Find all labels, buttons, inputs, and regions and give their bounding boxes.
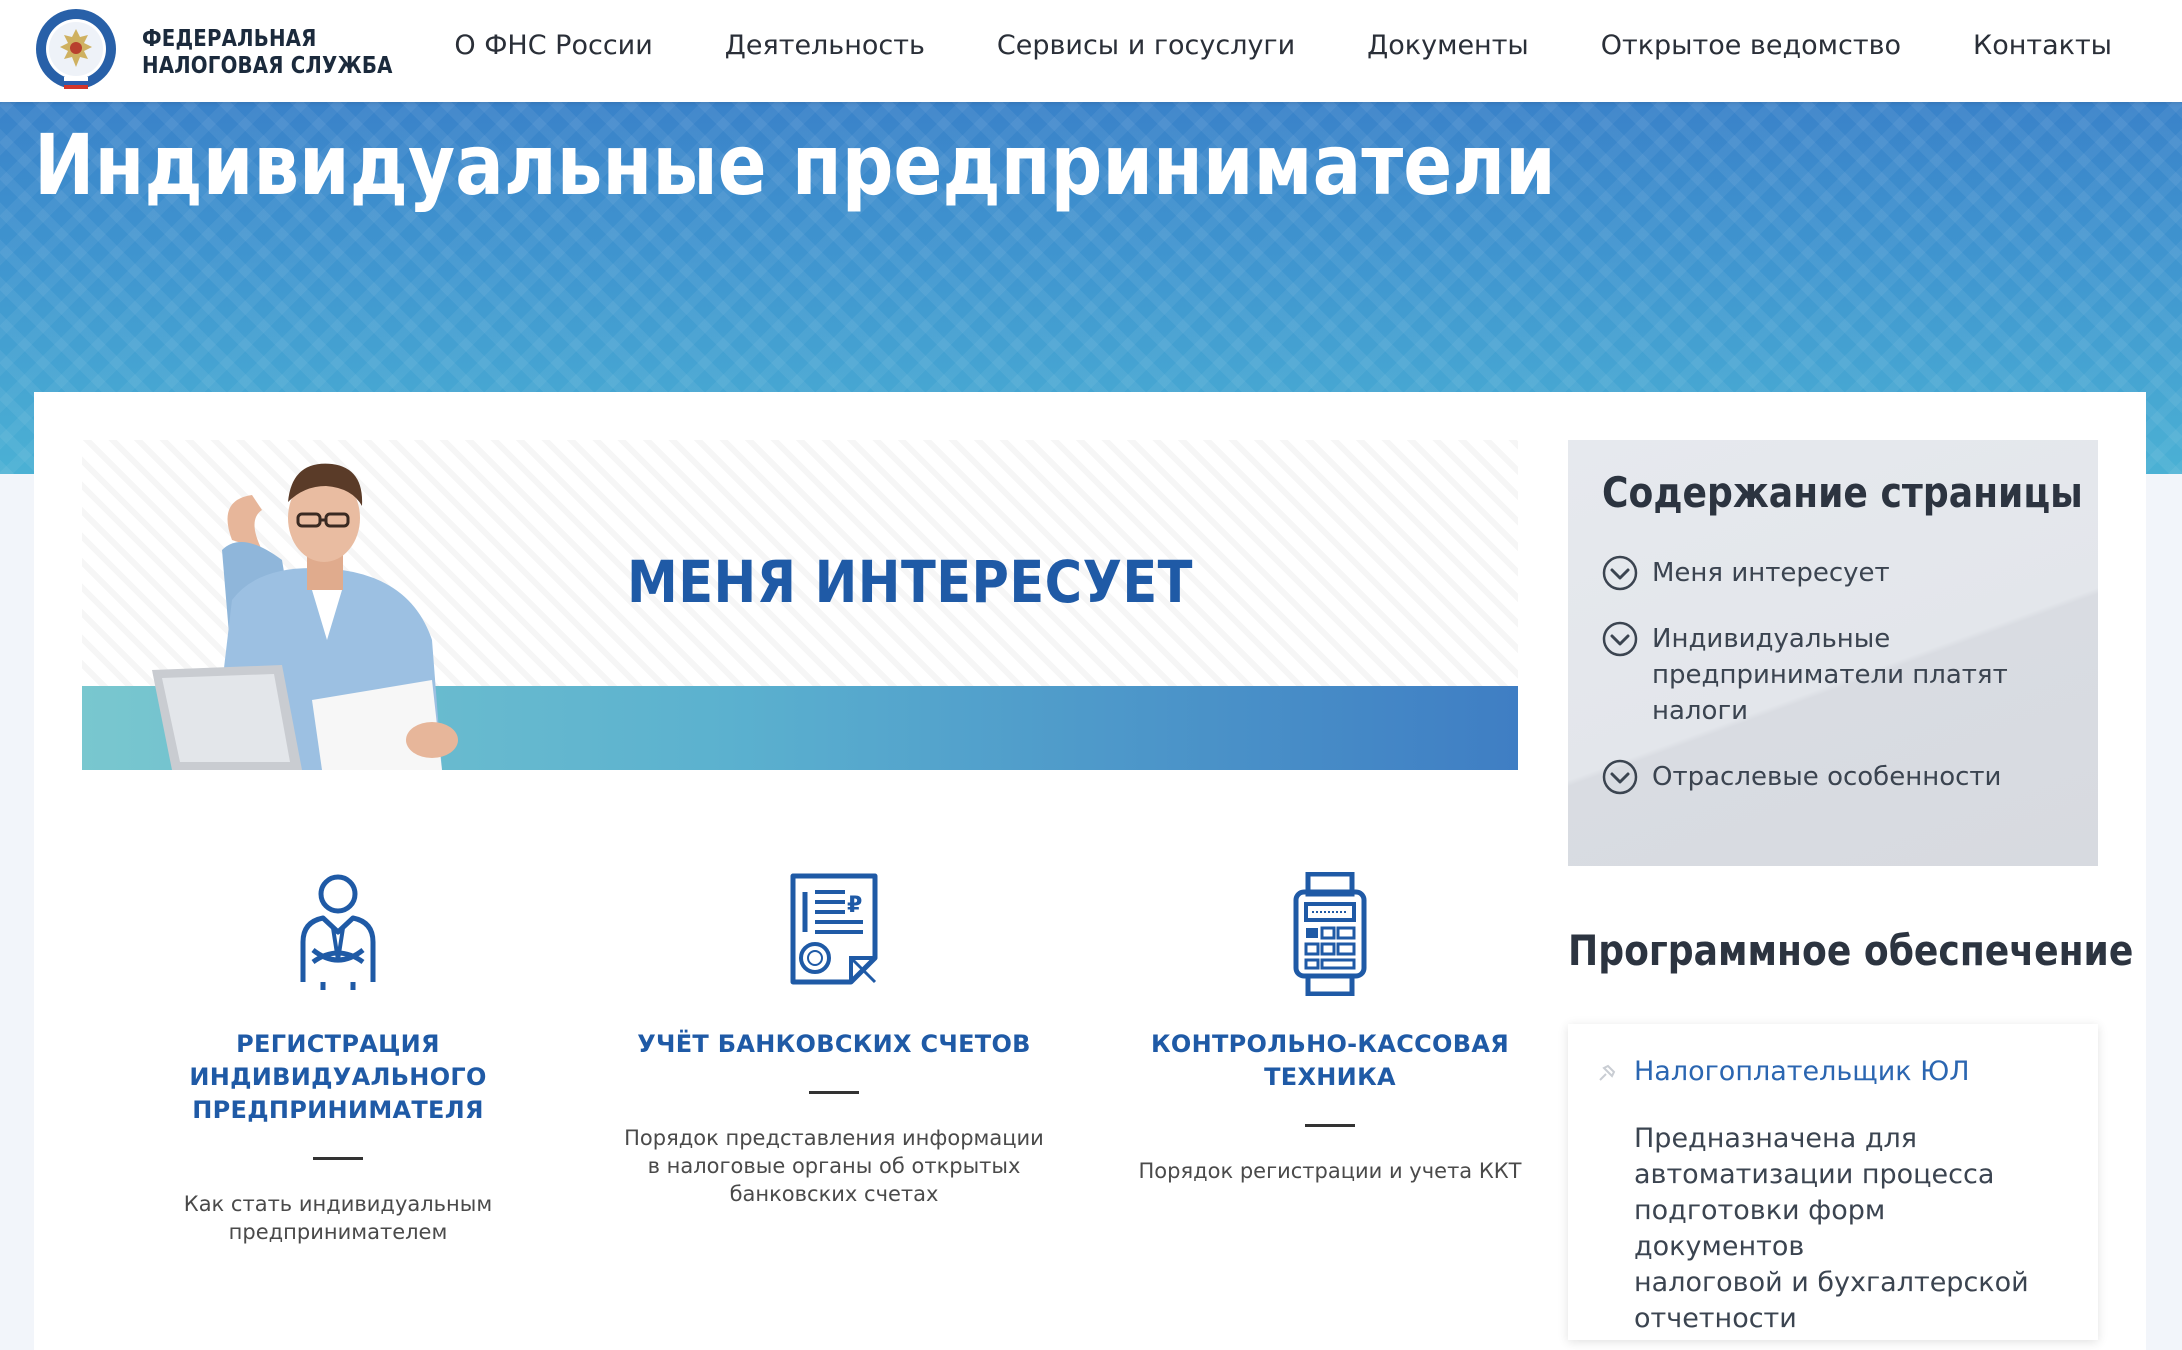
feature-title-line: КОНТРОЛЬНО-КАССОВАЯ [1150, 1030, 1509, 1058]
feature-description: Как стать индивидуальным предпринимателе… [118, 1190, 558, 1246]
businessman-icon [300, 874, 376, 990]
feature-cash-register[interactable]: КОНТРОЛЬНО-КАССОВАЯ ТЕХНИКА Порядок реги… [1110, 872, 1550, 1185]
chevron-down-circle-icon [1602, 759, 1638, 795]
toc-item-interest[interactable]: Меня интересует [1602, 555, 2064, 591]
toc-label-line: предприниматели платят [1652, 660, 2008, 690]
software-link[interactable]: Налогоплательщик ЮЛ [1634, 1056, 1970, 1087]
feature-title-line: РЕГИСТРАЦИЯ [236, 1030, 440, 1058]
page-title: Индивидуальные предприниматели [34, 116, 1556, 214]
nav-item-services[interactable]: Сервисы и госуслуги [997, 30, 1295, 61]
nav-item-contacts[interactable]: Контакты [1973, 30, 2112, 61]
brand-line-1: ФЕДЕРАЛЬНАЯ [142, 26, 317, 52]
software-desc-line: отчетности [1634, 1303, 1797, 1334]
feature-title-line: ИНДИВИДУАЛЬНОГО [189, 1063, 487, 1091]
man-with-laptop-illustration [152, 463, 458, 770]
interest-banner[interactable]: МЕНЯ ИНТЕРЕСУЕТ [82, 440, 1518, 770]
main-nav: О ФНС России Деятельность Сервисы и госу… [454, 30, 2112, 61]
software-section-title: Программное обеспечение [1568, 926, 2134, 975]
feature-divider [313, 1157, 363, 1160]
feature-title-line: ТЕХНИКА [1264, 1063, 1396, 1091]
software-card: Налогоплательщик ЮЛ Предназначена для ав… [1568, 1024, 2098, 1340]
page-contents: Содержание страницы Меня интересует Инди… [1568, 440, 2098, 866]
toc-title: Содержание страницы [1602, 468, 2083, 517]
software-desc-line: налоговой и бухгалтерской [1634, 1267, 2029, 1298]
site-header: ФЕДЕРАЛЬНАЯ НАЛОГОВАЯ СЛУЖБА О ФНС Росси… [0, 0, 2182, 102]
software-desc-line: Предназначена для [1634, 1123, 1917, 1154]
feature-desc-line: в налоговые органы об открытых [647, 1154, 1021, 1178]
feature-desc-line: Порядок регистрации и учета ККТ [1138, 1159, 1522, 1183]
chevron-down-circle-icon [1602, 555, 1638, 591]
feature-title[interactable]: УЧЁТ БАНКОВСКИХ СЧЕТОВ [614, 1028, 1054, 1061]
banner-title: МЕНЯ ИНТЕРЕСУЕТ [627, 548, 1193, 616]
svg-text:₽: ₽ [847, 893, 862, 918]
toc-item-label: Меня интересует [1652, 558, 1890, 588]
feature-description: Порядок регистрации и учета ККТ [1110, 1157, 1550, 1185]
ruble-document-icon: ₽ [790, 873, 878, 985]
content-card: МЕНЯ ИНТЕРЕСУЕТ РЕГИСТРАЦИЯ ИНДИВИДУАЛЬН… [34, 392, 2146, 1350]
feature-title-line: УЧЁТ БАНКОВСКИХ СЧЕТОВ [637, 1030, 1031, 1058]
chevron-down-circle-icon [1602, 621, 1638, 657]
toc-list: Меня интересует Индивидуальные предприни… [1602, 555, 2064, 795]
toc-label-line: Индивидуальные [1652, 624, 1891, 654]
feature-desc-line: Порядок представления информации [624, 1126, 1044, 1150]
feature-title[interactable]: КОНТРОЛЬНО-КАССОВАЯ ТЕХНИКА [1110, 1028, 1550, 1094]
feature-divider [809, 1091, 859, 1094]
toc-item-label: Отраслевые особенности [1652, 762, 2002, 792]
fns-emblem-icon[interactable] [34, 7, 118, 91]
feature-desc-line: банковских счетах [729, 1182, 939, 1206]
software-desc-line: подготовки форм документов [1634, 1195, 1886, 1262]
software-description: Предназначена для автоматизации процесса… [1634, 1121, 2062, 1337]
brand-name[interactable]: ФЕДЕРАЛЬНАЯ НАЛОГОВАЯ СЛУЖБА [142, 26, 393, 80]
feature-desc-line: предпринимателем [228, 1220, 448, 1244]
nav-item-about[interactable]: О ФНС России [454, 30, 652, 61]
feature-title[interactable]: РЕГИСТРАЦИЯ ИНДИВИДУАЛЬНОГО ПРЕДПРИНИМАТ… [118, 1028, 558, 1127]
feature-desc-line: Как стать индивидуальным [183, 1192, 493, 1216]
software-desc-line: автоматизации процесса [1634, 1159, 1995, 1190]
feature-bank-accounts[interactable]: ₽ УЧЁТ БАНКОВСКИХ СЧЕТОВ Порядок предста… [614, 872, 1054, 1208]
feature-ip-registration[interactable]: РЕГИСТРАЦИЯ ИНДИВИДУАЛЬНОГО ПРЕДПРИНИМАТ… [118, 872, 558, 1246]
toc-item-taxes[interactable]: Индивидуальные предприниматели платят на… [1602, 621, 2064, 729]
nav-item-activity[interactable]: Деятельность [725, 30, 925, 61]
cash-register-icon [1293, 872, 1367, 996]
brand-line-2: НАЛОГОВАЯ СЛУЖБА [142, 53, 393, 79]
pin-icon [1599, 1064, 1616, 1081]
feature-description: Порядок представления информации в налог… [614, 1124, 1054, 1208]
toc-label-line: налоги [1652, 696, 1749, 726]
toc-item-label: Индивидуальные предприниматели платят на… [1652, 621, 2008, 729]
feature-title-line: ПРЕДПРИНИМАТЕЛЯ [192, 1096, 484, 1124]
toc-item-industry[interactable]: Отраслевые особенности [1602, 759, 2064, 795]
nav-item-documents[interactable]: Документы [1367, 30, 1529, 61]
feature-divider [1305, 1124, 1355, 1127]
nav-item-open-agency[interactable]: Открытое ведомство [1601, 30, 1901, 61]
